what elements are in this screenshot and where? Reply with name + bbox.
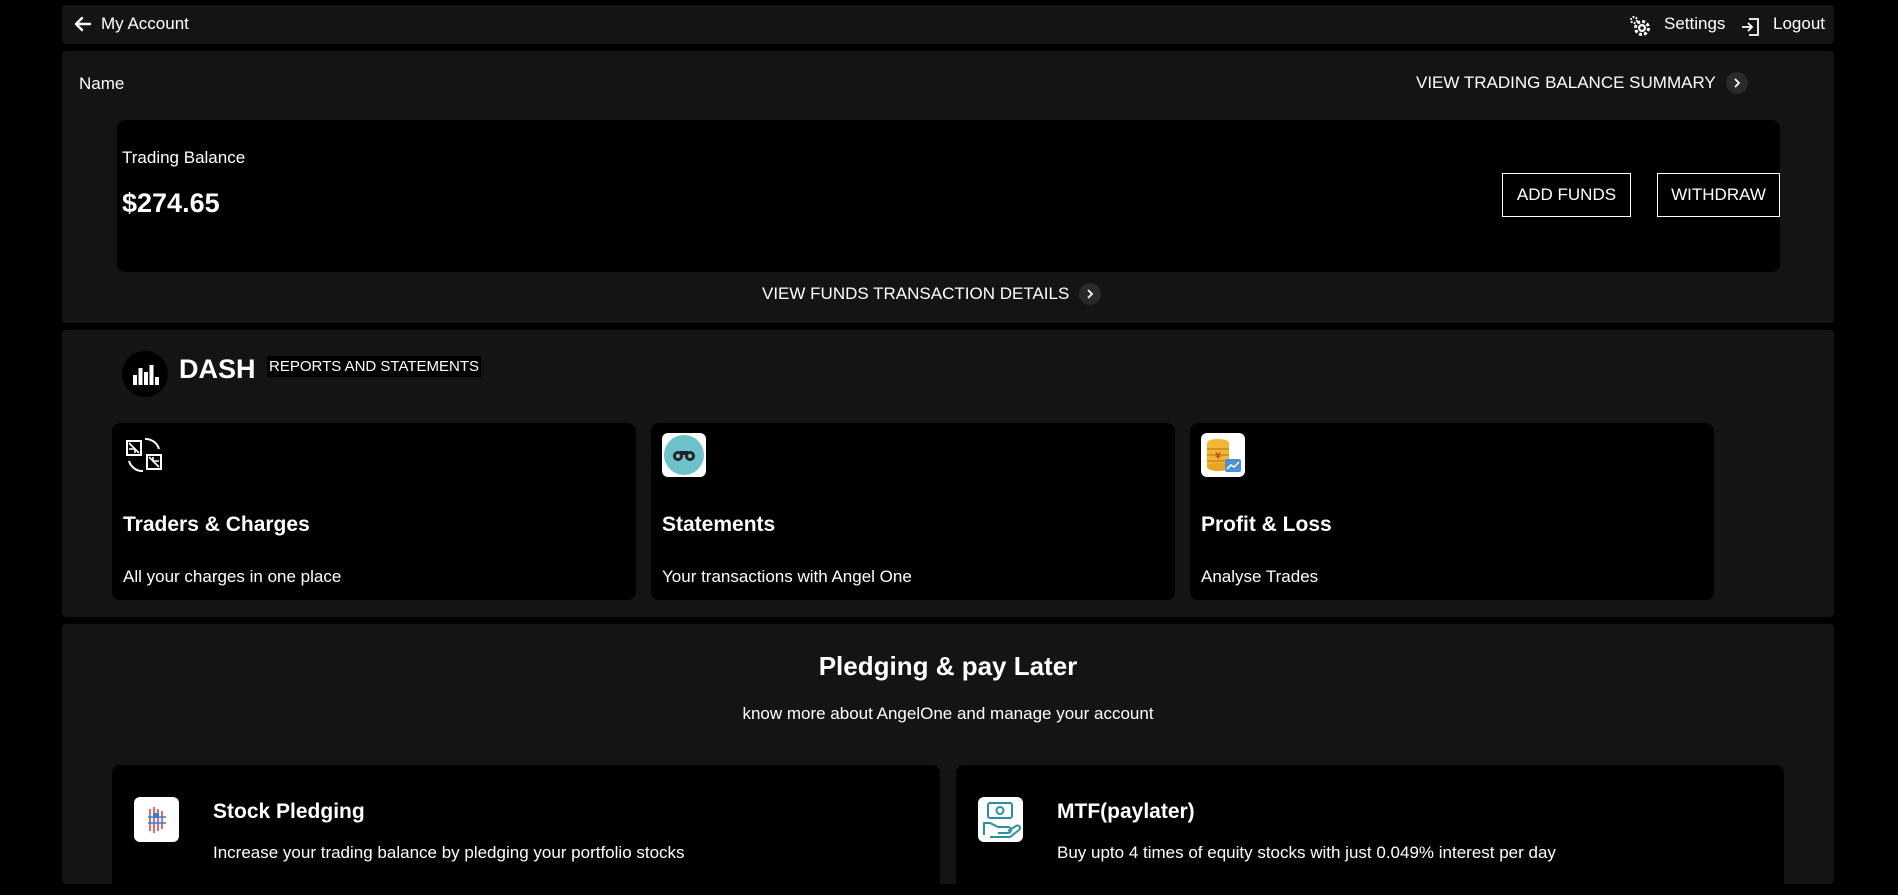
mtf-paylater-card[interactable]: MTF(paylater) Buy upto 4 times of equity… <box>956 765 1784 895</box>
pledging-section: Pledging & pay Later know more about Ang… <box>62 624 1834 895</box>
withdraw-button[interactable]: WITHDRAW <box>1657 173 1780 217</box>
account-balance-section: Name VIEW TRADING BALANCE SUMMARY Tradin… <box>62 51 1834 323</box>
logout-icon[interactable] <box>1740 16 1762 38</box>
dash-subtitle: REPORTS AND STATEMENTS <box>267 356 482 377</box>
svg-text:¥: ¥ <box>1215 451 1221 462</box>
view-summary-label: VIEW TRADING BALANCE SUMMARY <box>1416 73 1716 92</box>
stock-pledging-card[interactable]: Stock Pledging Increase your trading bal… <box>112 765 940 895</box>
dash-section: DASH REPORTS AND STATEMENTS Traders & Ch… <box>62 330 1834 617</box>
back-arrow-icon[interactable] <box>72 13 94 35</box>
settings-link[interactable]: Settings <box>1664 14 1725 34</box>
card-title: Stock Pledging <box>213 800 365 823</box>
card-title: Statements <box>662 513 776 536</box>
traders-charges-card[interactable]: Traders & Charges All your charges in on… <box>112 423 636 600</box>
stock-pledging-icon <box>134 797 179 842</box>
page-title: My Account <box>101 14 189 33</box>
chevron-right-icon <box>1079 283 1102 305</box>
trading-balance-card: Trading Balance $274.65 ADD FUNDS WITHDR… <box>117 120 1780 272</box>
trading-balance-value: $274.65 <box>122 188 220 218</box>
card-description: All your charges in one place <box>123 567 342 586</box>
add-funds-button[interactable]: ADD FUNDS <box>1502 173 1631 217</box>
card-description: Buy upto 4 times of equity stocks with j… <box>1057 843 1556 862</box>
dash-chart-icon <box>122 351 168 397</box>
pledging-title: Pledging & pay Later <box>818 651 1078 681</box>
account-name-label: Name <box>79 74 125 93</box>
card-description: Analyse Trades <box>1201 567 1319 586</box>
view-funds-transaction-link[interactable]: VIEW FUNDS TRANSACTION DETAILS <box>762 283 1102 305</box>
charges-icon <box>123 433 167 477</box>
gear-icon[interactable] <box>1628 14 1652 38</box>
card-description: Your transactions with Angel One <box>662 567 912 586</box>
card-title: Traders & Charges <box>123 513 310 536</box>
dash-title: DASH <box>179 354 256 384</box>
profit-loss-card[interactable]: ¥ Profit & Loss Analyse Trades <box>1190 423 1714 600</box>
view-funds-label: VIEW FUNDS TRANSACTION DETAILS <box>762 284 1070 303</box>
coins-chart-icon: ¥ <box>1201 433 1245 477</box>
view-trading-balance-summary-link[interactable]: VIEW TRADING BALANCE SUMMARY <box>1416 72 1748 94</box>
cash-hand-icon <box>978 797 1023 842</box>
trading-balance-label: Trading Balance <box>122 148 246 167</box>
chevron-right-icon <box>1725 72 1748 94</box>
top-bar: My Account Settings Logout <box>62 5 1834 44</box>
card-title: MTF(paylater) <box>1057 800 1195 823</box>
pledging-subtitle: know more about AngelOne and manage your… <box>742 704 1154 723</box>
logout-link[interactable]: Logout <box>1773 14 1825 34</box>
binoculars-icon <box>662 433 706 477</box>
statements-card[interactable]: Statements Your transactions with Angel … <box>651 423 1175 600</box>
card-title: Profit & Loss <box>1201 513 1332 536</box>
card-description: Increase your trading balance by pledgin… <box>213 843 685 862</box>
